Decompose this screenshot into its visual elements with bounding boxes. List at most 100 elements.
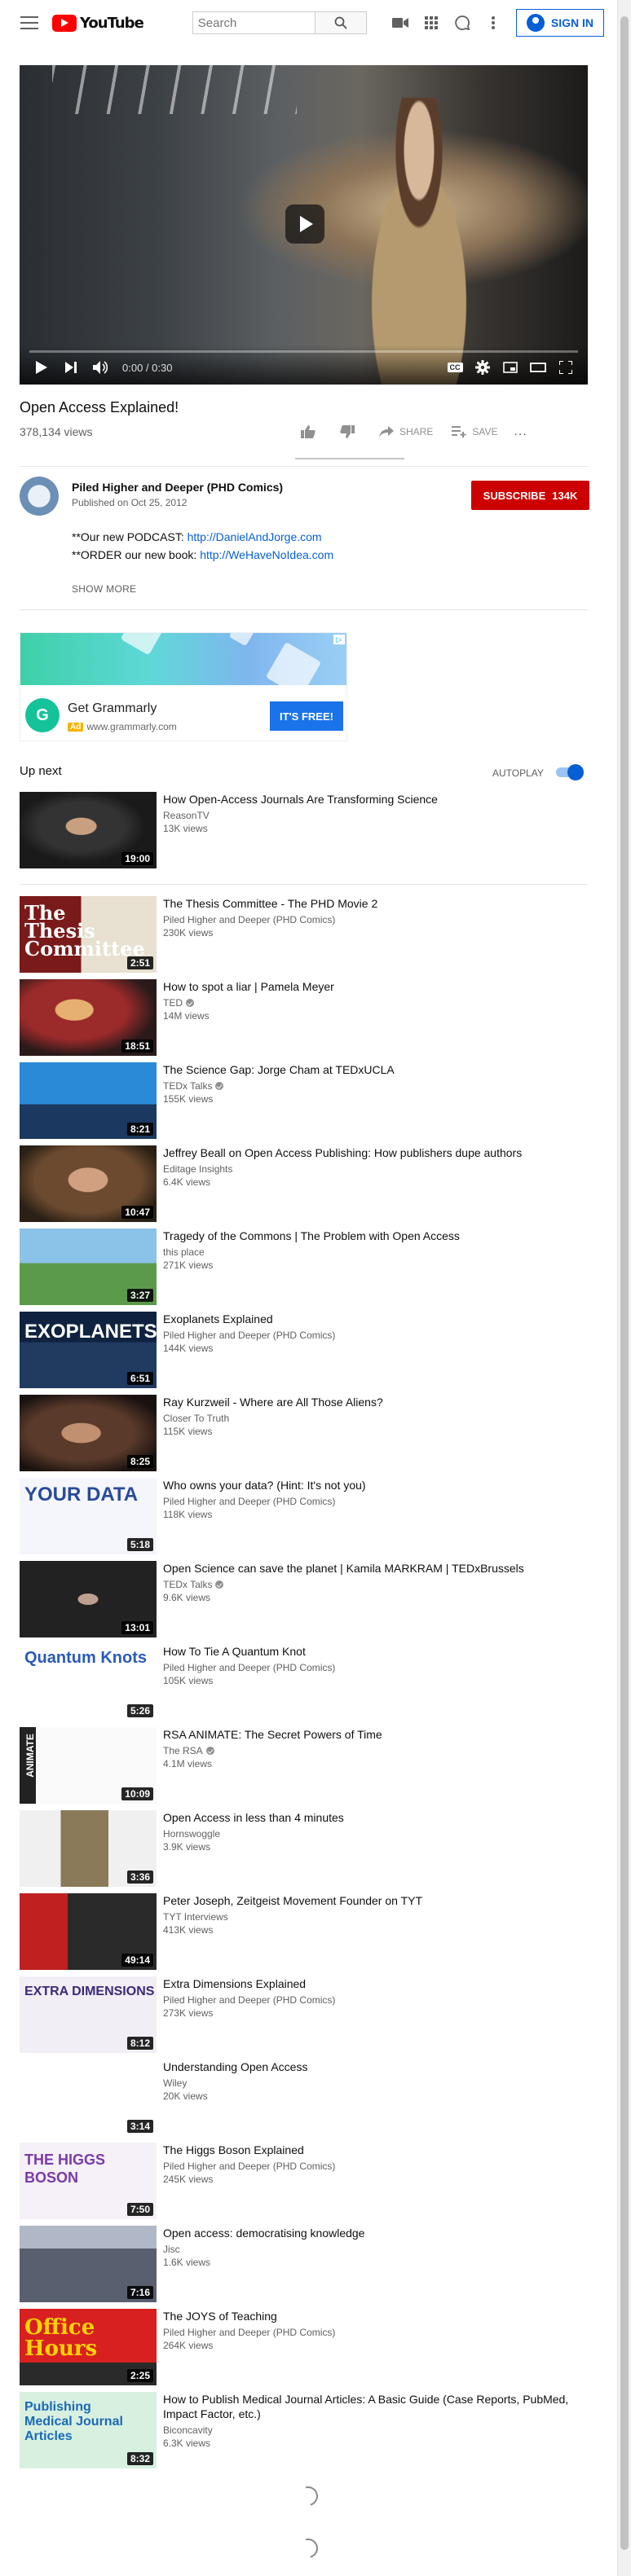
large-play-button[interactable] bbox=[285, 204, 324, 244]
video-title[interactable]: The JOYS of Teaching bbox=[163, 2309, 587, 2323]
video-list-item[interactable]: Publishing Medical Journal Articles 8:32 H… bbox=[20, 2392, 588, 2475]
video-list-item[interactable]: 49:14 Peter Joseph, Zeitgeist Movement Fo… bbox=[20, 1893, 588, 1976]
video-list-item[interactable]: 3:14 Understanding Open Access Wiley 20K vi… bbox=[20, 2059, 588, 2143]
video-title[interactable]: The Science Gap: Jorge Cham at TEDxUCLA bbox=[163, 1062, 587, 1077]
channel-avatar[interactable] bbox=[20, 477, 59, 516]
video-thumbnail[interactable]: 49:14 bbox=[20, 1893, 157, 1970]
video-list-item[interactable]: 8:25 Ray Kurzweil - Where are All Those A… bbox=[20, 1395, 588, 1478]
search-input[interactable] bbox=[192, 11, 315, 34]
autoplay-toggle[interactable] bbox=[554, 764, 584, 780]
video-thumbnail[interactable]: EXOPLANETS 6:51 bbox=[20, 1312, 157, 1388]
video-title[interactable]: Who owns your data? (Hint: It's not you) bbox=[163, 1478, 587, 1492]
save-button[interactable]: SAVE bbox=[444, 417, 502, 446]
video-thumbnail[interactable]: 3:14 bbox=[20, 2059, 157, 2136]
ad-banner-image[interactable]: ▷ bbox=[20, 633, 346, 685]
video-list-item[interactable]: Office Hours 2:25 The JOYS of Teaching Pile… bbox=[20, 2309, 588, 2392]
video-thumbnail[interactable]: 19:00 bbox=[20, 792, 157, 868]
video-list-item[interactable]: YOUR DATA 5:18 Who owns your data? (Hint: … bbox=[20, 1478, 588, 1561]
create-video-button[interactable] bbox=[387, 10, 413, 36]
video-title[interactable]: The Thesis Committee - The PHD Movie 2 bbox=[163, 896, 587, 911]
theater-mode-button[interactable] bbox=[526, 355, 550, 380]
ad-cta-button[interactable]: IT'S FREE! bbox=[270, 701, 343, 731]
video-title[interactable]: The Higgs Boson Explained bbox=[163, 2143, 587, 2157]
video-player[interactable]: 0:00 / 0:30 CC bbox=[20, 65, 588, 385]
video-title[interactable]: How to spot a liar | Pamela Meyer bbox=[163, 979, 587, 994]
video-thumbnail[interactable]: ANIMATE 10:09 bbox=[20, 1727, 157, 1804]
more-actions-button[interactable]: ... bbox=[509, 417, 532, 446]
show-more-button[interactable]: SHOW MORE bbox=[72, 583, 136, 595]
page-scrollbar[interactable] bbox=[617, 0, 631, 2576]
video-title[interactable]: Open Science can save the planet | Kamil… bbox=[163, 1561, 587, 1576]
book-link[interactable]: http://WeHaveNoIdea.com bbox=[200, 548, 333, 561]
menu-button[interactable] bbox=[13, 7, 46, 39]
apps-button[interactable] bbox=[418, 10, 444, 36]
mute-button[interactable] bbox=[88, 355, 113, 380]
messages-button[interactable] bbox=[449, 10, 475, 36]
ad-card[interactable]: ▷ G Get Grammarly Ad www.grammarly.com I… bbox=[20, 632, 347, 741]
video-title[interactable]: How To Tie A Quantum Knot bbox=[163, 1644, 587, 1659]
video-thumbnail[interactable]: 3:36 bbox=[20, 1810, 157, 1887]
video-list-item[interactable]: 8:21 The Science Gap: Jorge Cham at TEDxU… bbox=[20, 1062, 588, 1145]
video-thumbnail[interactable]: EXTRA DIMENSIONS 8:12 bbox=[20, 1976, 157, 2053]
video-list-item[interactable]: EXTRA DIMENSIONS 8:12 Extra Dimensions Exp… bbox=[20, 1976, 588, 2059]
video-list-item[interactable]: ANIMATE 10:09 RSA ANIMATE: The Secret Powe… bbox=[20, 1727, 588, 1810]
video-title[interactable]: RSA ANIMATE: The Secret Powers of Time bbox=[163, 1727, 587, 1742]
podcast-link[interactable]: http://DanielAndJorge.com bbox=[188, 530, 322, 543]
youtube-logo[interactable]: YouTube bbox=[52, 14, 144, 32]
video-thumbnail[interactable]: Publishing Medical Journal Articles 8:32 bbox=[20, 2392, 157, 2468]
video-list-item[interactable]: Quantum Knots 5:26 How To Tie A Quantum Kn… bbox=[20, 1644, 588, 1727]
video-thumbnail[interactable]: 8:25 bbox=[20, 1395, 157, 1471]
video-list-item[interactable]: 18:51 How to spot a liar | Pamela Meyer TE… bbox=[20, 979, 588, 1062]
video-thumbnail[interactable]: 10:47 bbox=[20, 1145, 157, 1222]
adchoices-icon[interactable]: ▷ bbox=[333, 635, 345, 644]
video-list-item[interactable]: 3:27 Tragedy of the Commons | The Problem… bbox=[20, 1229, 588, 1312]
video-actions: SHARE SAVE ... bbox=[293, 417, 532, 446]
video-title[interactable]: How to Publish Medical Journal Articles:… bbox=[163, 2392, 587, 2421]
channel-name[interactable]: Piled Higher and Deeper (PHD Comics) bbox=[72, 481, 283, 494]
video-list-item[interactable]: 19:00 How Open-Access Journals Are Transf… bbox=[20, 792, 588, 896]
next-button[interactable] bbox=[59, 355, 83, 380]
video-list-item[interactable]: 7:16 Open access: democratising knowledge… bbox=[20, 2226, 588, 2309]
play-button[interactable] bbox=[29, 355, 54, 380]
video-thumbnail[interactable]: Office Hours 2:25 bbox=[20, 2309, 157, 2385]
settings-button[interactable] bbox=[470, 355, 495, 380]
search-button[interactable] bbox=[314, 11, 367, 34]
video-thumbnail[interactable]: 3:27 bbox=[20, 1229, 157, 1305]
video-list-item[interactable]: THE HIGGS BOSON 7:50 The Higgs Boson Expla… bbox=[20, 2143, 588, 2226]
video-title[interactable]: Extra Dimensions Explained bbox=[163, 1976, 587, 1991]
video-thumbnail[interactable]: 13:01 bbox=[20, 1561, 157, 1637]
video-thumbnail[interactable]: 18:51 bbox=[20, 979, 157, 1056]
video-list-item[interactable]: The Thesis Committee 2:51 The Thesis Commi… bbox=[20, 896, 588, 979]
sign-in-button[interactable]: SIGN IN bbox=[515, 9, 604, 37]
video-title[interactable]: Understanding Open Access bbox=[163, 2059, 587, 2074]
video-title[interactable]: Open access: democratising knowledge bbox=[163, 2226, 587, 2240]
progress-bar[interactable] bbox=[29, 350, 578, 353]
share-button[interactable]: SHARE bbox=[372, 417, 438, 446]
video-title[interactable]: How Open-Access Journals Are Transformin… bbox=[163, 792, 587, 807]
video-title[interactable]: Tragedy of the Commons | The Problem wit… bbox=[163, 1229, 587, 1243]
ad-title[interactable]: Get Grammarly bbox=[68, 701, 157, 716]
video-thumbnail[interactable]: The Thesis Committee 2:51 bbox=[20, 896, 157, 973]
video-list-item[interactable]: EXOPLANETS 6:51 Exoplanets Explained Piled … bbox=[20, 1312, 588, 1395]
settings-more-button[interactable] bbox=[480, 10, 506, 36]
video-title[interactable]: Ray Kurzweil - Where are All Those Alien… bbox=[163, 1395, 587, 1409]
scrollbar-thumb[interactable] bbox=[620, 16, 629, 2550]
miniplayer-button[interactable] bbox=[498, 355, 523, 380]
video-thumbnail[interactable]: 8:21 bbox=[20, 1062, 157, 1139]
video-list-item[interactable]: 10:47 Jeffrey Beall on Open Access Publis… bbox=[20, 1145, 588, 1229]
fullscreen-button[interactable] bbox=[554, 355, 578, 380]
video-title[interactable]: Exoplanets Explained bbox=[163, 1312, 587, 1326]
video-list-item[interactable]: 3:36 Open Access in less than 4 minutes Ho… bbox=[20, 1810, 588, 1893]
video-thumbnail[interactable]: YOUR DATA 5:18 bbox=[20, 1478, 157, 1554]
video-list-item[interactable]: 13:01 Open Science can save the planet | … bbox=[20, 1561, 588, 1644]
video-title[interactable]: Peter Joseph, Zeitgeist Movement Founder… bbox=[163, 1893, 587, 1908]
video-thumbnail[interactable]: 7:16 bbox=[20, 2226, 157, 2302]
video-title[interactable]: Jeffrey Beall on Open Access Publishing:… bbox=[163, 1145, 587, 1160]
like-button[interactable] bbox=[293, 417, 326, 446]
video-thumbnail[interactable]: THE HIGGS BOSON 7:50 bbox=[20, 2143, 157, 2219]
dislike-button[interactable] bbox=[333, 417, 365, 446]
video-title[interactable]: Open Access in less than 4 minutes bbox=[163, 1810, 587, 1825]
video-thumbnail[interactable]: Quantum Knots 5:26 bbox=[20, 1644, 157, 1721]
captions-button[interactable]: CC bbox=[443, 355, 467, 380]
subscribe-button[interactable]: SUBSCRIBE 134K bbox=[471, 481, 589, 510]
